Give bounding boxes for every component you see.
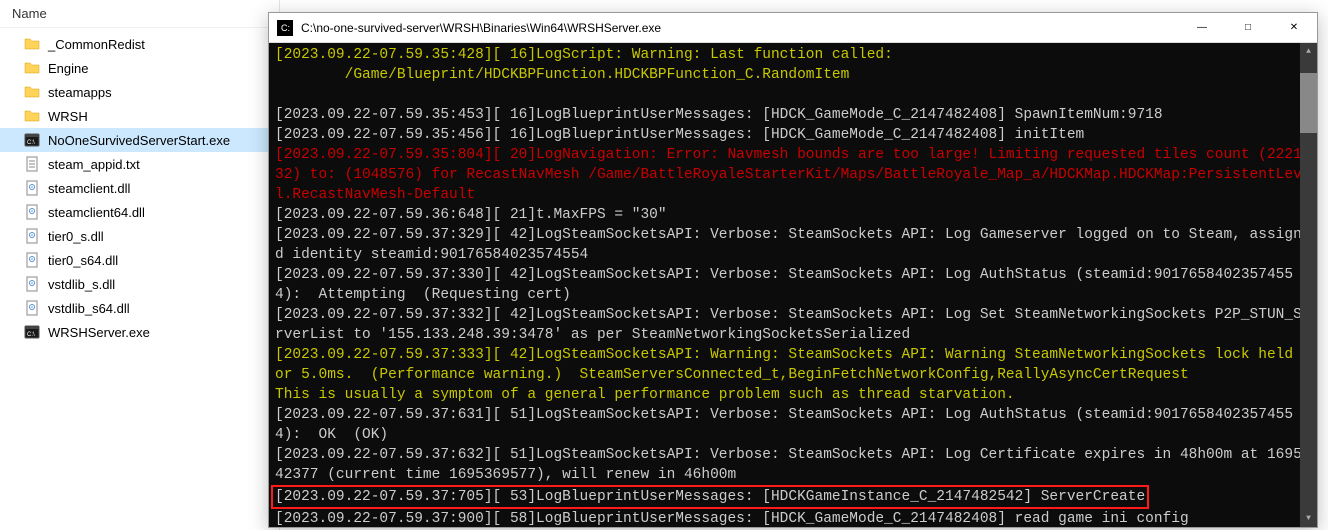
console-line: [2023.09.22-07.59.37:329][ 42]LogSteamSo… xyxy=(275,225,1311,265)
file-item[interactable]: steamclient64.dll xyxy=(0,200,279,224)
console-line: This is usually a symptom of a general p… xyxy=(275,385,1311,405)
console-line: [2023.09.22-07.59.35:456][ 16]LogBluepri… xyxy=(275,125,1311,145)
dll-icon xyxy=(24,180,40,196)
explorer-column-header[interactable]: Name xyxy=(0,0,279,28)
file-item-label: WRSH xyxy=(48,109,88,124)
dll-icon xyxy=(24,228,40,244)
file-item[interactable]: steamapps xyxy=(0,80,279,104)
app-icon: C: xyxy=(277,20,293,36)
titlebar[interactable]: C: C:\no-one-survived-server\WRSH\Binari… xyxy=(269,13,1317,43)
file-item[interactable]: tier0_s64.dll xyxy=(0,248,279,272)
file-item-label: vstdlib_s64.dll xyxy=(48,301,130,316)
folder-icon xyxy=(24,108,40,124)
file-item-label: steamclient64.dll xyxy=(48,205,145,220)
console-line xyxy=(275,85,1311,105)
file-item[interactable]: NoOneSurvivedServerStart.exe xyxy=(0,128,279,152)
console-line: [2023.09.22-07.59.35:804][ 20]LogNavigat… xyxy=(275,145,1311,205)
scroll-down-arrow[interactable]: ▼ xyxy=(1300,510,1317,527)
console-line: [2023.09.22-07.59.37:330][ 42]LogSteamSo… xyxy=(275,265,1311,305)
dll-icon xyxy=(24,276,40,292)
console-line: [2023.09.22-07.59.37:631][ 51]LogSteamSo… xyxy=(275,405,1311,445)
file-item[interactable]: Engine xyxy=(0,56,279,80)
file-item[interactable]: tier0_s.dll xyxy=(0,224,279,248)
console-line: [2023.09.22-07.59.37:632][ 51]LogSteamSo… xyxy=(275,445,1311,485)
window-controls: — □ ✕ xyxy=(1179,13,1317,43)
console-line: [2023.09.22-07.59.37:705][ 53]LogBluepri… xyxy=(275,485,1311,509)
file-item[interactable]: steam_appid.txt xyxy=(0,152,279,176)
file-item[interactable]: steamclient.dll xyxy=(0,176,279,200)
scroll-up-arrow[interactable]: ▲ xyxy=(1300,43,1317,60)
console-line: [2023.09.22-07.59.37:900][ 58]LogBluepri… xyxy=(275,509,1311,527)
file-item[interactable]: WRSH xyxy=(0,104,279,128)
console-window: C: C:\no-one-survived-server\WRSH\Binari… xyxy=(268,12,1318,528)
file-item[interactable]: WRSHServer.exe xyxy=(0,320,279,344)
folder-icon xyxy=(24,84,40,100)
console-line: /Game/Blueprint/HDCKBPFunction.HDCKBPFun… xyxy=(275,65,1311,85)
scrollbar-thumb[interactable] xyxy=(1300,73,1317,133)
file-explorer-pane: Name _CommonRedist Engine steamapps WRSH NoO… xyxy=(0,0,280,530)
file-item[interactable]: vstdlib_s64.dll xyxy=(0,296,279,320)
dll-icon xyxy=(24,252,40,268)
file-item-label: tier0_s64.dll xyxy=(48,253,118,268)
file-item-label: WRSHServer.exe xyxy=(48,325,150,340)
exe-icon xyxy=(24,132,40,148)
dll-icon xyxy=(24,204,40,220)
folder-icon xyxy=(24,36,40,52)
file-item-label: steamclient.dll xyxy=(48,181,130,196)
file-item[interactable]: vstdlib_s.dll xyxy=(0,272,279,296)
console-line: [2023.09.22-07.59.37:332][ 42]LogSteamSo… xyxy=(275,305,1311,345)
console-line: [2023.09.22-07.59.35:428][ 16]LogScript:… xyxy=(275,45,1311,65)
close-button[interactable]: ✕ xyxy=(1271,13,1317,43)
dll-icon xyxy=(24,300,40,316)
file-list: _CommonRedist Engine steamapps WRSH NoOneSur… xyxy=(0,28,279,348)
file-item-label: tier0_s.dll xyxy=(48,229,104,244)
maximize-button[interactable]: □ xyxy=(1225,13,1271,43)
scrollbar-track[interactable]: ▲ ▼ xyxy=(1300,43,1317,527)
txt-icon xyxy=(24,156,40,172)
file-item-label: vstdlib_s.dll xyxy=(48,277,115,292)
file-item[interactable]: _CommonRedist xyxy=(0,32,279,56)
console-line: [2023.09.22-07.59.36:648][ 21]t.MaxFPS =… xyxy=(275,205,1311,225)
svg-text:C:: C: xyxy=(281,23,290,33)
file-item-label: steam_appid.txt xyxy=(48,157,140,172)
file-item-label: steamapps xyxy=(48,85,112,100)
file-item-label: Engine xyxy=(48,61,88,76)
folder-icon xyxy=(24,60,40,76)
exe-icon xyxy=(24,324,40,340)
console-line: [2023.09.22-07.59.37:333][ 42]LogSteamSo… xyxy=(275,345,1311,385)
file-item-label: NoOneSurvivedServerStart.exe xyxy=(48,133,230,148)
file-item-label: _CommonRedist xyxy=(48,37,145,52)
minimize-button[interactable]: — xyxy=(1179,13,1225,43)
console-line: [2023.09.22-07.59.35:453][ 16]LogBluepri… xyxy=(275,105,1311,125)
window-title: C:\no-one-survived-server\WRSH\Binaries\… xyxy=(301,21,1179,35)
console-output[interactable]: [2023.09.22-07.59.35:428][ 16]LogScript:… xyxy=(269,43,1317,527)
